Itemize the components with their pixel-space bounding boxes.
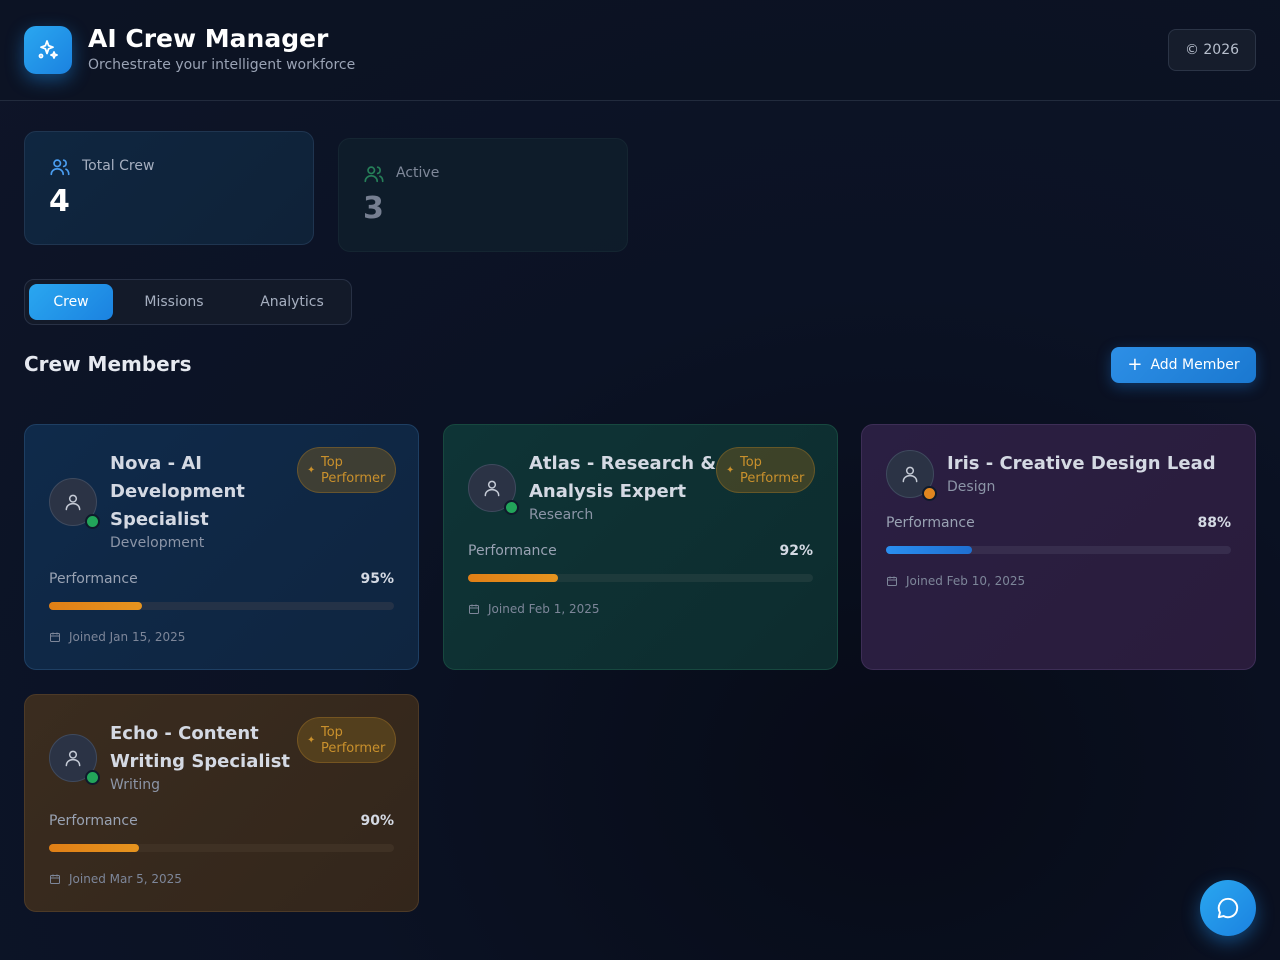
calendar-icon — [50, 874, 60, 884]
stat-value: 4 — [49, 184, 70, 219]
member-name: Echo - Content Writing Specialist — [110, 723, 291, 772]
stat-label: Total Crew — [82, 158, 155, 174]
section-title: Crew Members — [24, 352, 192, 376]
tab-missions[interactable]: Missions — [129, 284, 219, 320]
sparkle-icon: ✦ — [307, 465, 316, 476]
badge-label: Top Performer — [740, 455, 805, 486]
top-performer-badge: ✦ Top Performer — [297, 717, 396, 763]
status-dot-online — [504, 500, 519, 515]
stat-card-active: Active 3 — [338, 138, 628, 252]
stat-value: 3 — [363, 191, 384, 226]
chat-button[interactable] — [1200, 880, 1256, 936]
member-role: Development — [110, 535, 205, 551]
performance-bar — [49, 602, 394, 610]
sparkle-icon: ✦ — [726, 465, 735, 476]
badge-label: Top Performer — [321, 725, 386, 756]
users-icon — [364, 166, 384, 183]
performance-label: Performance — [886, 515, 975, 531]
users-icon — [50, 159, 70, 176]
tab-crew[interactable]: Crew — [29, 284, 113, 320]
calendar-icon — [469, 604, 479, 614]
top-performer-badge: ✦ Top Performer — [297, 447, 396, 493]
app-header: AI Crew Manager Orchestrate your intelli… — [0, 0, 1280, 101]
crew-card[interactable]: Echo - Content Writing Specialist Writin… — [24, 694, 419, 912]
joined-text: Joined Mar 5, 2025 — [69, 872, 182, 886]
performance-label: Performance — [468, 543, 557, 559]
top-performer-badge: ✦ Top Performer — [716, 447, 815, 493]
sparkles-icon — [38, 40, 58, 59]
add-member-button[interactable]: + Add Member — [1111, 347, 1256, 383]
joined-date: Joined Jan 15, 2025 — [49, 630, 185, 644]
performance-bar — [49, 844, 394, 852]
stat-card-total-crew: Total Crew 4 — [24, 131, 314, 245]
joined-date: Joined Mar 5, 2025 — [49, 872, 182, 886]
stat-label: Active — [396, 165, 440, 181]
calendar-icon — [50, 632, 60, 642]
user-icon — [65, 494, 81, 511]
performance-value: 92% — [779, 543, 813, 559]
app-subtitle: Orchestrate your intelligent workforce — [88, 57, 356, 73]
performance-bar-fill — [49, 844, 139, 852]
performance-value: 90% — [360, 813, 394, 829]
chat-bubble-icon — [1217, 897, 1239, 919]
member-name: Nova - AI Development Specialist — [110, 453, 245, 530]
performance-label: Performance — [49, 571, 138, 587]
joined-date: Joined Feb 10, 2025 — [886, 574, 1025, 588]
member-name: Atlas - Research & Analysis Expert — [529, 453, 717, 502]
badge-label: Top Performer — [321, 455, 386, 486]
tab-analytics[interactable]: Analytics — [247, 284, 337, 320]
performance-value: 88% — [1197, 515, 1231, 531]
performance-bar — [886, 546, 1231, 554]
joined-text: Joined Feb 1, 2025 — [488, 602, 600, 616]
crew-card[interactable]: Iris - Creative Design Lead Design Perfo… — [861, 424, 1256, 670]
tab-bar: Crew Missions Analytics — [24, 279, 352, 325]
member-role: Writing — [110, 777, 160, 793]
joined-text: Joined Jan 15, 2025 — [69, 630, 186, 644]
app-title: AI Crew Manager — [88, 24, 329, 53]
performance-bar-fill — [49, 602, 143, 610]
plus-icon: + — [1127, 354, 1143, 375]
performance-bar-fill — [468, 574, 558, 582]
performance-bar-fill — [886, 546, 973, 554]
status-dot-online — [85, 514, 100, 529]
crew-card[interactable]: Atlas - Research & Analysis Expert Resea… — [443, 424, 838, 670]
user-icon — [65, 750, 81, 767]
joined-text: Joined Feb 10, 2025 — [906, 574, 1026, 588]
member-name: Iris - Creative Design Lead — [947, 453, 1216, 474]
joined-date: Joined Feb 1, 2025 — [468, 602, 600, 616]
app-logo — [24, 26, 72, 74]
status-dot-online — [85, 770, 100, 785]
performance-value: 95% — [360, 571, 394, 587]
user-icon — [902, 466, 918, 483]
crew-card[interactable]: Nova - AI Development Specialist Develop… — [24, 424, 419, 670]
year-badge: © 2026 — [1168, 29, 1256, 71]
status-dot-away — [922, 486, 937, 501]
add-member-label: Add Member — [1150, 357, 1240, 373]
member-role: Research — [529, 507, 594, 523]
user-icon — [484, 480, 500, 497]
calendar-icon — [887, 576, 897, 586]
performance-bar — [468, 574, 813, 582]
performance-label: Performance — [49, 813, 138, 829]
sparkle-icon: ✦ — [307, 735, 316, 746]
member-role: Design — [947, 479, 996, 495]
